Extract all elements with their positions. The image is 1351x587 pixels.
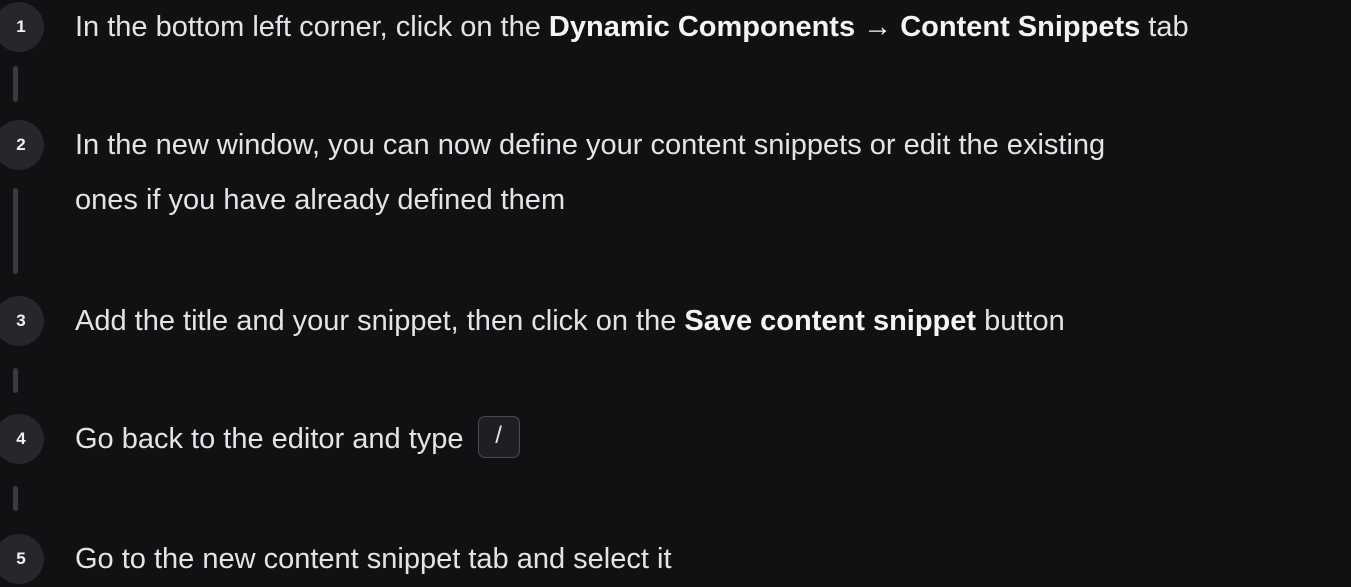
step-text-plain: tab: [1140, 11, 1189, 43]
step-text-plain: In the bottom left corner, click on the: [75, 11, 549, 43]
step-number-badge: 4: [0, 414, 44, 464]
step-number: 4: [16, 429, 26, 448]
step-text-plain: button: [976, 305, 1065, 337]
step-text-line: ones if you have already defined them: [75, 184, 566, 216]
step-number: 1: [16, 17, 26, 36]
step-text: Go back to the editor and type /: [75, 412, 520, 467]
step-text: In the bottom left corner, click on the …: [75, 0, 1189, 55]
keyboard-key-slash: /: [477, 416, 520, 459]
step-number-badge: 5: [0, 534, 44, 584]
step-connector-line: [13, 188, 18, 274]
step-text: Add the title and your snippet, then cli…: [75, 294, 1065, 349]
step-text: In the new window, you can now define yo…: [75, 118, 1105, 228]
step-number: 5: [16, 549, 26, 568]
step-number: 3: [16, 311, 26, 330]
step-text-bold: Dynamic Components → Content Snippets: [548, 11, 1141, 43]
step-connector-line: [13, 368, 18, 393]
step-connector-line: [13, 66, 18, 102]
step-text-bold: Save content snippet: [684, 305, 977, 337]
instruction-steps-list: 1 In the bottom left corner, click on th…: [0, 0, 1351, 584]
step-number: 2: [16, 135, 26, 154]
step-text-plain: Add the title and your snippet, then cli…: [75, 305, 685, 337]
step-text-plain: Go back to the editor and type: [75, 423, 472, 455]
step-connector-line: [13, 486, 18, 511]
step-text-plain: Go to the new content snippet tab and se…: [75, 543, 672, 575]
step-number-badge: 1: [0, 2, 44, 52]
step-number-badge: 2: [0, 120, 44, 170]
step-text-line: In the new window, you can now define yo…: [75, 129, 1106, 161]
step-number-badge: 3: [0, 296, 44, 346]
